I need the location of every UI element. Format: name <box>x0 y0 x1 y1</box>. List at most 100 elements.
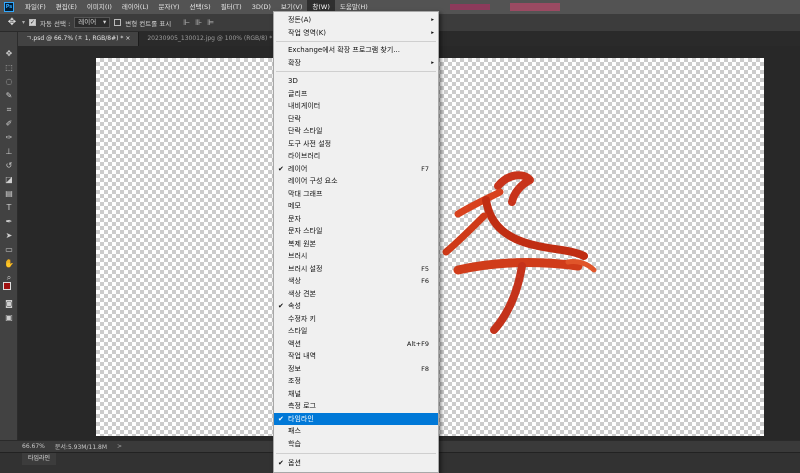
menu-item-label: 액션 <box>288 339 301 348</box>
align-center-icon[interactable]: ⊪ <box>195 18 202 27</box>
menu-file[interactable]: 파일(F) <box>20 0 51 14</box>
menu-item-history[interactable]: 작업 내역 <box>274 350 438 363</box>
menu-item-histogram[interactable]: 막대 그래프 <box>274 188 438 201</box>
menu-item-options[interactable]: ✔ 옵션 <box>274 457 438 470</box>
eraser-icon[interactable]: ◪ <box>3 174 15 186</box>
menu-item-character[interactable]: 문자 <box>274 213 438 226</box>
menu-type[interactable]: 문자(Y) <box>154 0 185 14</box>
close-icon[interactable]: × <box>125 35 130 42</box>
menu-3d[interactable]: 3D(D) <box>247 0 276 14</box>
menu-item-find-extensions[interactable]: Exchange에서 확장 프로그램 찾기... <box>274 44 438 57</box>
foreground-color-swatch[interactable] <box>3 282 11 290</box>
menu-item-libraries[interactable]: 라이브러리 <box>274 150 438 163</box>
menu-select[interactable]: 선택(S) <box>185 0 216 14</box>
menu-item-label: 채널 <box>288 389 301 398</box>
brush-icon[interactable]: ✑ <box>3 132 15 144</box>
menu-item-properties[interactable]: ✔ 속성 <box>274 300 438 313</box>
status-menu-arrow-icon[interactable]: > <box>117 443 122 450</box>
menu-item-label: 타임라인 <box>288 414 314 423</box>
shortcut-label: Alt+F9 <box>406 339 429 348</box>
type-icon[interactable]: T <box>3 202 15 214</box>
menu-item-label: 조정 <box>288 377 301 385</box>
menu-item-extensions[interactable]: 확장 ▸ <box>274 57 438 70</box>
menu-item-label: 내비게이터 <box>288 102 321 110</box>
crop-icon[interactable]: ⌗ <box>3 104 15 116</box>
menu-filter[interactable]: 필터(T) <box>216 0 247 14</box>
menu-item-channels[interactable]: 채널 <box>274 388 438 401</box>
menu-item-navigator[interactable]: 내비게이터 <box>274 100 438 113</box>
photoshop-logo-icon: Ps <box>4 2 14 12</box>
menu-item-layers[interactable]: ✔ 레이어 F7 <box>274 163 438 176</box>
menu-item-adjustments[interactable]: 조정 <box>274 375 438 388</box>
menu-item-color[interactable]: 색상 F6 <box>274 275 438 288</box>
transform-controls-checkbox[interactable] <box>114 19 122 26</box>
menu-item-paths[interactable]: 패스 <box>274 425 438 438</box>
checkmark-icon: ✔ <box>278 302 284 310</box>
rectangle-icon[interactable]: ▭ <box>3 244 15 256</box>
menu-edit[interactable]: 편집(E) <box>51 0 82 14</box>
auto-select-label: 자동 선택 : <box>40 19 71 28</box>
menu-item-measurement-log[interactable]: 측정 로그 <box>274 400 438 413</box>
menu-layer[interactable]: 레이어(L) <box>117 0 154 14</box>
screen-mode-icon[interactable]: ▣ <box>3 312 15 324</box>
menu-item-label: 패스 <box>288 427 301 435</box>
stamp-icon[interactable]: ⊥ <box>3 146 15 158</box>
zoom-level[interactable]: 66.67% <box>22 443 45 450</box>
menu-item-timeline[interactable]: ✔ 타임라인 <box>274 412 438 425</box>
quick-mask-icon[interactable]: ◙ <box>3 298 15 310</box>
move-tool-icon[interactable]: ✥ <box>6 17 18 29</box>
marquee-icon[interactable]: ⬚ <box>3 62 15 74</box>
document-size: 문서:5.93M/11.8M <box>54 444 108 451</box>
path-select-icon[interactable]: ➤ <box>3 230 15 242</box>
menu-item-brush-settings[interactable]: 브러시 설정 F5 <box>274 263 438 276</box>
menu-item-notes[interactable]: 메모 <box>274 200 438 213</box>
pen-icon[interactable]: ✒ <box>3 216 15 228</box>
eyedropper-icon[interactable]: ✐ <box>3 118 15 130</box>
history-brush-icon[interactable]: ↺ <box>3 160 15 172</box>
menu-image[interactable]: 이미지(I) <box>82 0 117 14</box>
menu-item-layer-comps[interactable]: 레이어 구성 요소 <box>274 175 438 188</box>
menu-separator <box>276 41 436 42</box>
menu-item-modifier-keys[interactable]: 수정자 키 <box>274 313 438 326</box>
tab-document-psd[interactable]: ㄱ.psd @ 66.7% (ㅊ 1, RGB/8#) * × <box>18 32 140 46</box>
menu-item-swatches[interactable]: 색상 견본 <box>274 288 438 301</box>
auto-select-checkbox[interactable]: ✓ <box>29 19 37 26</box>
menu-item-label: Exchange에서 확장 프로그램 찾기... <box>288 46 400 54</box>
shortcut-label: F8 <box>421 364 429 373</box>
gradient-icon[interactable]: ▤ <box>3 188 15 200</box>
align-right-icon[interactable]: ⊫ <box>207 18 214 27</box>
menu-item-label: 메모 <box>288 202 301 210</box>
quick-select-icon[interactable]: ✎ <box>3 90 15 102</box>
menu-item-clone-source[interactable]: 복제 원본 <box>274 238 438 251</box>
menu-item-3d[interactable]: 3D <box>274 75 438 88</box>
menu-item-tool-presets[interactable]: 도구 사전 설정 <box>274 138 438 151</box>
menu-separator <box>276 71 436 72</box>
menu-item-styles[interactable]: 스타일 <box>274 325 438 338</box>
menu-item-paragraph[interactable]: 단락 <box>274 113 438 126</box>
lasso-icon[interactable]: ◌ <box>3 76 15 88</box>
menu-item-character-styles[interactable]: 문자 스타일 <box>274 225 438 238</box>
tab-document-jpg[interactable]: 20230905_130012.jpg @ 100% (RGB/8) * × <box>139 32 289 46</box>
hand-icon[interactable]: ✋ <box>3 258 15 270</box>
menu-item-info[interactable]: 정보 F8 <box>274 363 438 376</box>
tab-timeline[interactable]: 타임라인 <box>22 453 57 465</box>
menu-item-label: 작업 내역 <box>288 352 316 360</box>
menu-item-paragraph-styles[interactable]: 단락 스타일 <box>274 125 438 138</box>
dropdown-chevron-icon[interactable]: ▾ <box>22 19 25 26</box>
menu-item-brushes[interactable]: 브러시 <box>274 250 438 263</box>
menu-item-actions[interactable]: 액션 Alt+F9 <box>274 338 438 351</box>
align-left-icon[interactable]: ⊩ <box>183 18 190 27</box>
submenu-arrow-icon: ▸ <box>431 17 434 23</box>
menu-item-label: 막대 그래프 <box>288 189 323 198</box>
menu-item-workspace[interactable]: 작업 영역(K) ▸ <box>274 27 438 40</box>
menu-item-learn[interactable]: 학습 <box>274 438 438 451</box>
menu-item-glyphs[interactable]: 글리프 <box>274 88 438 101</box>
move-icon[interactable]: ✥ <box>3 48 15 60</box>
checkmark-icon: ✔ <box>278 459 284 467</box>
menu-item-label: 레이어 <box>288 164 308 173</box>
align-icons-group: ⊩ ⊪ ⊫ <box>183 18 214 27</box>
auto-select-dropdown[interactable]: 레이어 ▾ <box>74 17 111 28</box>
menu-item-label: 색상 <box>288 277 301 285</box>
transform-controls-label: 변형 컨트롤 표시 <box>125 19 172 28</box>
menu-item-arrange[interactable]: 정돈(A) ▸ <box>274 14 438 27</box>
